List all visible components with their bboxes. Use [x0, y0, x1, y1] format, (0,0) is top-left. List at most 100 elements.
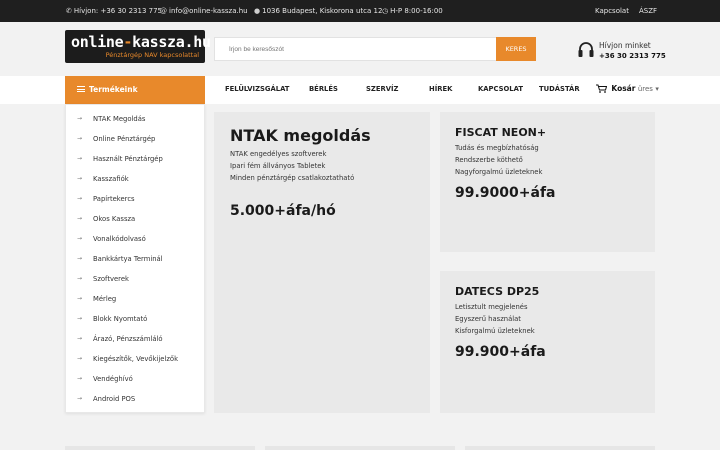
sidebar-item-label: Mérleg — [93, 295, 117, 303]
clock-icon: ◷ — [382, 7, 389, 15]
sidebar-item-label: Használt Pénztárgép — [93, 155, 163, 163]
topbar-phone-text: Hívjon: +36 30 2313 775 — [73, 7, 163, 15]
cart-button[interactable]: Kosár üres ▾ — [596, 76, 659, 104]
promo-line: Ipari fém állványos Tabletek — [230, 162, 326, 170]
sidebar-item[interactable]: → Bankkártya Terminál — [66, 250, 204, 270]
promo-price: 5.000+áfa/hó — [230, 203, 336, 219]
arrow-right-icon: → — [77, 155, 83, 162]
promo-title: NTAK megoldás — [230, 126, 371, 145]
sidebar-item-label: Árazó, Pénzszámláló — [93, 335, 163, 343]
arrow-right-icon: → — [77, 355, 83, 362]
promo-line: Minden pénztárgép csatlakoztatható — [230, 174, 355, 182]
sidebar-item[interactable]: → Okos Kassza — [66, 210, 204, 230]
sidebar-item-label: Papírtekercs — [93, 195, 135, 203]
sidebar-item[interactable]: → Kasszafiók — [66, 170, 204, 190]
sidebar-item-label: Vonalkódolvasó — [93, 235, 146, 243]
arrow-right-icon: → — [77, 115, 83, 122]
cart-status: üres — [637, 85, 653, 93]
sidebar-item-label: Kasszafiók — [93, 175, 129, 183]
location-pin-icon: ● — [254, 7, 261, 15]
sidebar-item[interactable]: → Kiegészítők, Vevőkijelzők — [66, 350, 204, 370]
sidebar-item-label: Okos Kassza — [93, 215, 136, 223]
topbar-email[interactable]: @ info@online-kassza.hu — [160, 7, 248, 15]
topbar-phone[interactable]: ✆ Hívjon: +36 30 2313 775 — [66, 7, 162, 15]
products-menu-button[interactable]: Termékeink — [65, 76, 205, 104]
arrow-right-icon: → — [77, 335, 83, 342]
sidebar-item[interactable]: → Használt Pénztárgép — [66, 150, 204, 170]
nav-link-berles[interactable]: BÉRLÉS — [309, 76, 338, 104]
phone-icon: ✆ — [66, 7, 72, 15]
arrow-right-icon: → — [77, 195, 83, 202]
sidebar-item[interactable]: → Android POS — [66, 390, 204, 410]
promo-line: Rendszerbe köthető — [455, 156, 523, 164]
cart-label: Kosár — [611, 84, 636, 93]
topbar-address: ● 1036 Budapest, Kiskorona utca 12. — [254, 7, 385, 15]
main-nav: Termékeink FELÜLVIZSGÁLAT BÉRLÉS SZERVÍZ… — [0, 76, 720, 104]
nav-link-hirek[interactable]: HÍREK — [429, 76, 452, 104]
sidebar-item[interactable]: → Blokk Nyomtató — [66, 310, 204, 330]
arrow-right-icon: → — [77, 215, 83, 222]
promo-line: Egyszerű használat — [455, 315, 521, 323]
logo[interactable]: online-kassza.hu Pénztárgép NAV kapcsola… — [65, 30, 211, 63]
search-input[interactable] — [215, 38, 499, 60]
arrow-right-icon: → — [77, 255, 83, 262]
topbar-terms-link[interactable]: ÁSZF — [639, 7, 657, 15]
search-button[interactable]: KERES — [496, 37, 536, 61]
sidebar-item-label: Online Pénztárgép — [93, 135, 156, 143]
topbar-hours-text: H-P 8:00-16:00 — [390, 7, 443, 15]
nav-link-kapcsolat[interactable]: KAPCSOLAT — [478, 76, 523, 104]
arrow-right-icon: → — [77, 175, 83, 182]
sidebar-item-label: Kiegészítők, Vevőkijelzők — [93, 355, 179, 363]
sidebar-item[interactable]: → Papírtekercs — [66, 190, 204, 210]
promo-title: FISCAT NEON+ — [455, 126, 547, 139]
promo-datecs[interactable]: DATECS DP25 Letisztult megjelenés Egysze… — [440, 271, 655, 413]
topbar-hours: ◷ H-P 8:00-16:00 — [382, 7, 443, 15]
header: online-kassza.hu Pénztárgép NAV kapcsola… — [0, 22, 720, 76]
sidebar-item-label: Szoftverek — [93, 275, 129, 283]
category-sidebar: → NTAK Megoldás → Online Pénztárgép → Haszn… — [65, 104, 205, 413]
promo-fiscat[interactable]: FISCAT NEON+ Tudás és megbízhatóság Rend… — [440, 112, 655, 252]
sidebar-item[interactable]: → Vonalkódolvasó — [66, 230, 204, 250]
footer-card — [465, 446, 655, 450]
arrow-right-icon: → — [77, 235, 83, 242]
logo-text: online-kassza.hu — [71, 33, 211, 51]
footer-card — [65, 446, 255, 450]
arrow-right-icon: → — [77, 135, 83, 142]
promo-price: 99.900+áfa — [455, 344, 546, 360]
nav-link-szerviz[interactable]: SZERVÍZ — [366, 76, 398, 104]
menu-icon — [77, 86, 85, 92]
top-bar: ✆ Hívjon: +36 30 2313 775 @ info@online-ka… — [0, 0, 720, 22]
sidebar-item-label: Android POS — [93, 395, 136, 403]
arrow-right-icon: → — [77, 395, 83, 402]
promo-line: Tudás és megbízhatóság — [455, 144, 539, 152]
search-box: KERES — [214, 37, 536, 61]
call-label: Hívjon minket — [599, 41, 651, 50]
sidebar-item-label: Blokk Nyomtató — [93, 315, 148, 323]
cart-icon — [596, 84, 607, 93]
topbar-contact-link[interactable]: Kapcsolat — [595, 7, 629, 15]
promo-line: NTAK engedélyes szoftverek — [230, 150, 327, 158]
sidebar-item[interactable]: → NTAK Megoldás — [66, 110, 204, 130]
headset-icon — [578, 42, 594, 57]
products-menu-label: Termékeink — [89, 85, 138, 94]
promo-line: Kisforgalmú üzleteknek — [455, 327, 535, 335]
sidebar-item-label: Bankkártya Terminál — [93, 255, 163, 263]
sidebar-item[interactable]: → Szoftverek — [66, 270, 204, 290]
sidebar-item[interactable]: → Online Pénztárgép — [66, 130, 204, 150]
nav-link-tudastar[interactable]: TUDÁSTÁR — [539, 76, 580, 104]
sidebar-item[interactable]: → Vendéghívó — [66, 370, 204, 390]
sidebar-item[interactable]: → Árazó, Pénzszámláló — [66, 330, 204, 350]
sidebar-item[interactable]: → Mérleg — [66, 290, 204, 310]
topbar-email-text: info@online-kassza.hu — [169, 7, 248, 15]
header-phone[interactable]: Hívjon minket +36 30 2313 775 — [578, 39, 668, 63]
promo-line: Letisztult megjelenés — [455, 303, 528, 311]
arrow-right-icon: → — [77, 295, 83, 302]
promo-ntak[interactable]: NTAK megoldás NTAK engedélyes szoftverek… — [214, 112, 430, 413]
promo-price: 99.9000+áfa — [455, 185, 556, 201]
sidebar-item-label: Vendéghívó — [93, 375, 133, 383]
arrow-right-icon: → — [77, 375, 83, 382]
topbar-address-text: 1036 Budapest, Kiskorona utca 12. — [262, 7, 385, 15]
sidebar-item-label: NTAK Megoldás — [93, 115, 146, 123]
promo-title: DATECS DP25 — [455, 285, 540, 298]
nav-link-felulvizsgalat[interactable]: FELÜLVIZSGÁLAT — [225, 76, 289, 104]
